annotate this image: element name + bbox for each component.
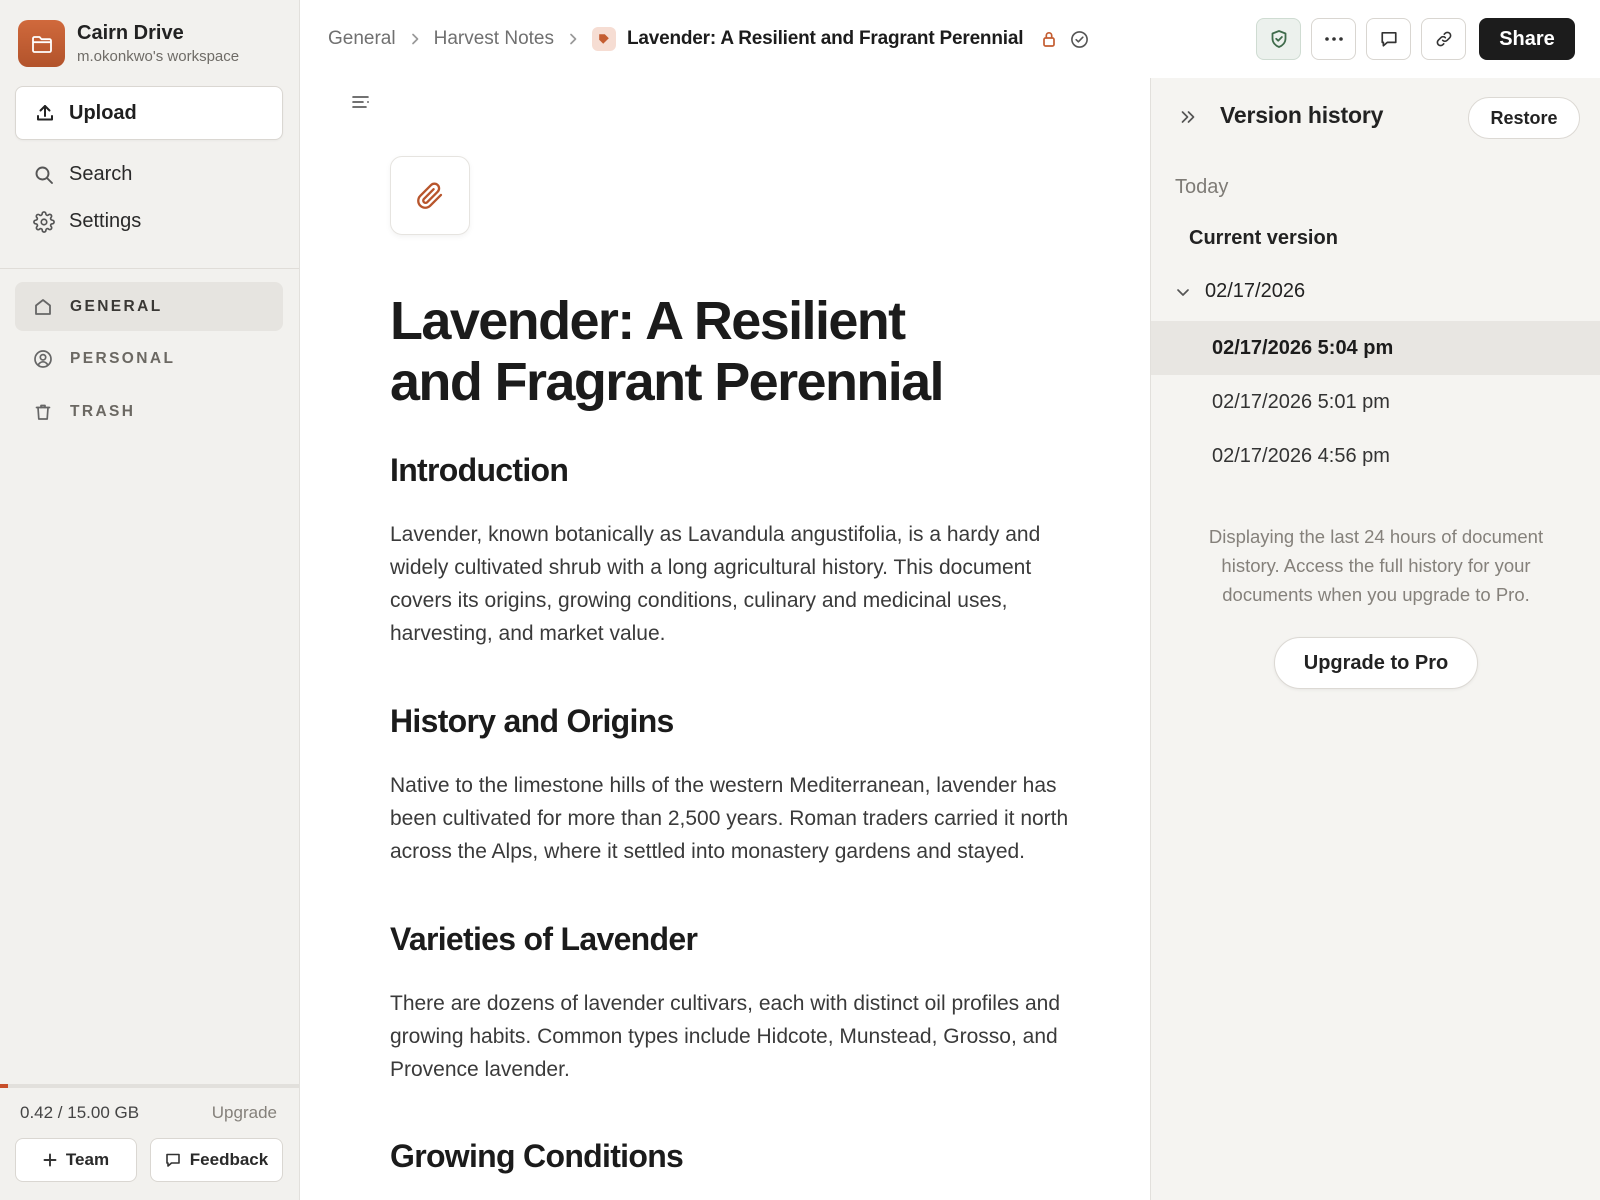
feedback-button[interactable]: Feedback — [150, 1138, 283, 1182]
workspace-logo — [18, 20, 65, 67]
top-bar: General Harvest Notes Lavender: A Resili… — [300, 0, 1600, 78]
list-icon — [352, 95, 370, 109]
team-label: Team — [65, 1150, 110, 1169]
document-chip — [591, 27, 616, 51]
gear-icon — [33, 210, 55, 233]
version-item[interactable]: 02/17/2026 4:56 pm — [1151, 429, 1600, 483]
folder-personal-label: PERSONAL — [70, 349, 176, 367]
section-paragraph[interactable]: Native to the limestone hills of the wes… — [390, 769, 1090, 868]
breadcrumb-current-document: Lavender: A Resilient and Fragrant Peren… — [626, 28, 1024, 49]
current-version-item[interactable]: Current version — [1189, 227, 1338, 250]
folder-trash-label: TRASH — [70, 402, 136, 420]
version-group-label: Today — [1175, 176, 1229, 198]
chevron-right-icon — [568, 32, 578, 46]
chevron-down-icon — [1175, 284, 1191, 300]
upload-icon — [35, 103, 55, 123]
comment-icon — [1380, 30, 1398, 48]
section-paragraph[interactable]: There are dozens of lavender cultivars, … — [390, 987, 1090, 1086]
nav-settings-label: Settings — [69, 210, 142, 232]
section-heading[interactable]: Varieties of Lavender — [390, 919, 698, 959]
section-heading[interactable]: Growing Conditions — [390, 1136, 684, 1176]
history-limit-note: Displaying the last 24 hours of document… — [1208, 526, 1544, 605]
folder-general-label: GENERAL — [70, 297, 163, 315]
folder-icon — [31, 34, 53, 54]
document-editor: Lavender: A Resilient and Fragrant Peren… — [300, 78, 1150, 1200]
upload-label: Upload — [69, 101, 137, 124]
search-icon — [33, 164, 55, 186]
version-date-label: 02/17/2026 — [1205, 280, 1306, 302]
collapse-panel-button[interactable] — [1179, 108, 1197, 126]
link-icon — [1435, 30, 1453, 48]
section-heading[interactable]: History and Origins — [390, 701, 674, 741]
security-button[interactable] — [1256, 18, 1301, 60]
section-paragraph[interactable]: Lavender, known botanically as Lavandula… — [390, 518, 1090, 650]
nav-search-label: Search — [69, 163, 133, 185]
version-history-panel: Version history Restore Today Current ve… — [1150, 78, 1600, 1200]
share-button[interactable]: Share — [1479, 18, 1575, 60]
top-actions: Share — [1256, 18, 1575, 60]
comments-button[interactable] — [1366, 18, 1411, 60]
storage-bar — [0, 1084, 299, 1088]
plus-icon — [43, 1153, 57, 1167]
upload-button[interactable]: Upload — [15, 86, 283, 140]
breadcrumb-general[interactable]: General — [328, 28, 396, 50]
chevrons-right-icon — [1179, 108, 1197, 126]
storage-usage: 0.42 / 15.00 GB — [20, 1103, 140, 1122]
table-of-contents-button[interactable] — [352, 95, 370, 109]
chevron-right-icon — [410, 32, 420, 46]
folder-personal[interactable]: PERSONAL — [15, 334, 283, 383]
trash-icon — [33, 402, 53, 422]
more-icon — [1324, 37, 1343, 41]
workspace-name: Cairn Drive — [77, 21, 184, 44]
user-circle-icon — [33, 349, 53, 369]
nav-search[interactable]: Search — [33, 163, 132, 186]
version-item[interactable]: 02/17/2026 5:01 pm — [1151, 375, 1600, 429]
paperclip-icon — [416, 182, 444, 210]
home-icon — [33, 297, 53, 317]
sidebar-divider — [0, 268, 299, 269]
sidebar: Cairn Drive m.okonkwo's workspace Upload… — [0, 0, 300, 1200]
document-title[interactable]: Lavender: A Resilient and Fragrant Peren… — [390, 291, 990, 413]
version-date-group[interactable]: 02/17/2026 — [1175, 280, 1305, 303]
check-circle-icon[interactable] — [1070, 30, 1089, 49]
restore-button[interactable]: Restore — [1468, 97, 1580, 139]
workspace-owner: m.okonkwo's workspace — [77, 47, 240, 65]
breadcrumb-harvest-notes[interactable]: Harvest Notes — [434, 28, 554, 50]
document-icon-box[interactable] — [390, 156, 470, 235]
workspace-switcher[interactable]: Cairn Drive m.okonkwo's workspace — [18, 20, 239, 67]
section-heading[interactable]: Introduction — [390, 450, 569, 490]
upgrade-to-pro-button[interactable]: Upgrade to Pro — [1274, 637, 1478, 689]
storage-bar-fill — [0, 1084, 9, 1088]
version-history-title: Version history — [1220, 102, 1384, 128]
shield-check-icon — [1270, 29, 1288, 49]
copy-link-button[interactable] — [1421, 18, 1466, 60]
tag-icon — [598, 33, 610, 45]
comment-icon — [165, 1152, 181, 1168]
more-options-button[interactable] — [1311, 18, 1356, 60]
lock-icon[interactable] — [1041, 30, 1057, 48]
folder-general[interactable]: GENERAL — [15, 282, 283, 331]
nav-settings[interactable]: Settings — [33, 210, 141, 233]
team-button[interactable]: Team — [15, 1138, 137, 1182]
feedback-label: Feedback — [189, 1150, 269, 1169]
upgrade-link[interactable]: Upgrade — [212, 1103, 277, 1123]
folder-trash[interactable]: TRASH — [15, 387, 283, 436]
version-item[interactable]: 02/17/2026 5:04 pm — [1151, 321, 1600, 375]
